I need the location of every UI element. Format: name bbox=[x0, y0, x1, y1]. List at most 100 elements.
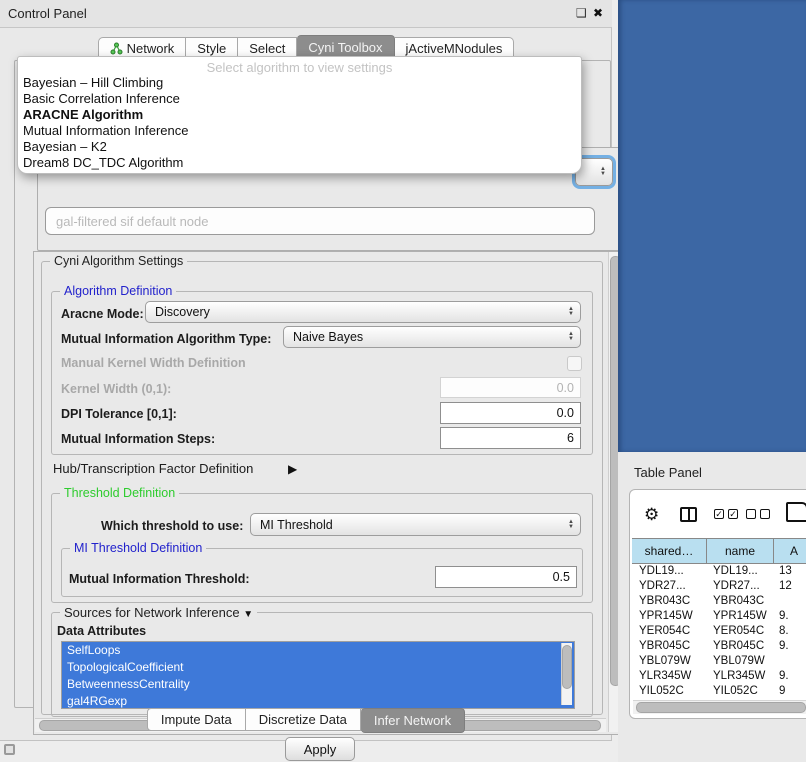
table-horizontal-scrollbar-thumb[interactable] bbox=[636, 702, 806, 713]
kernel-width-label: Kernel Width (0,1): bbox=[61, 382, 171, 396]
table-panel-title: Table Panel bbox=[634, 465, 702, 480]
table-cell: YLR345W bbox=[632, 669, 706, 684]
table-body: YDL19...YDL19...13YDR27...YDR27...12YBR0… bbox=[632, 564, 806, 699]
attribute-item[interactable]: SelfLoops bbox=[62, 642, 574, 659]
dpi-tolerance-field[interactable]: 0.0 bbox=[440, 402, 581, 424]
table-combobox-value: gal-filtered sif default node bbox=[56, 214, 208, 229]
table-cell: YPR145W bbox=[706, 609, 772, 624]
table-cell: 9. bbox=[772, 669, 806, 684]
table-cell: YDL19... bbox=[632, 564, 706, 579]
column-header[interactable]: A bbox=[774, 539, 806, 563]
tab-infer-network[interactable]: Infer Network bbox=[361, 708, 465, 733]
table-row[interactable]: YBR045CYBR045C9. bbox=[632, 639, 806, 654]
data-attributes-list[interactable]: SelfLoopsTopologicalCoefficientBetweenne… bbox=[61, 641, 575, 709]
control-panel: Control Panel ❑ ✖ NetworkStyleSelectCyni… bbox=[0, 0, 612, 741]
aracne-mode-select[interactable]: Discovery bbox=[145, 301, 581, 323]
apply-button[interactable]: Apply bbox=[285, 737, 355, 761]
table-cell: YIL052C bbox=[706, 684, 772, 699]
table-cell: YLR345W bbox=[706, 669, 772, 684]
table-combobox-disabled: gal-filtered sif default node bbox=[45, 207, 595, 235]
hub-definition-label[interactable]: Hub/Transcription Factor Definition bbox=[53, 461, 253, 476]
aracne-mode-value: Discovery bbox=[155, 305, 210, 319]
deselect-all-columns-icon[interactable] bbox=[746, 509, 770, 519]
column-header[interactable]: shared… bbox=[632, 539, 707, 563]
mi-algorithm-type-select[interactable]: Naive Bayes bbox=[283, 326, 581, 348]
table-cell: YDR27... bbox=[632, 579, 706, 594]
table-cell: YBR045C bbox=[632, 639, 706, 654]
attribute-item[interactable]: BetweennessCentrality bbox=[62, 676, 574, 693]
mi-threshold-field[interactable]: 0.5 bbox=[435, 566, 577, 588]
collapse-arrow-icon[interactable] bbox=[243, 605, 253, 620]
table-header-row: shared…nameA bbox=[632, 538, 806, 564]
mi-steps-field[interactable]: 6 bbox=[440, 427, 581, 449]
table-cell: YBR043C bbox=[706, 594, 772, 609]
gear-icon[interactable] bbox=[644, 505, 659, 525]
algorithm-option[interactable]: Basic Correlation Inference bbox=[18, 91, 581, 107]
attribute-item[interactable]: TopologicalCoefficient bbox=[62, 659, 574, 676]
mi-threshold-value: 0.5 bbox=[553, 570, 570, 584]
screen: Control Panel ❑ ✖ NetworkStyleSelectCyni… bbox=[0, 0, 806, 762]
table-row[interactable]: YER054CYER054C8. bbox=[632, 624, 806, 639]
table-row[interactable]: YBL079WYBL079W bbox=[632, 654, 806, 669]
new-table-icon[interactable] bbox=[786, 502, 806, 522]
attributes-scrollbar-thumb[interactable] bbox=[562, 645, 572, 689]
algorithm-option[interactable]: ARACNE Algorithm bbox=[18, 107, 581, 123]
algorithm-option[interactable]: Bayesian – Hill Climbing bbox=[18, 75, 581, 91]
table-row[interactable]: YLR345WYLR345W9. bbox=[632, 669, 806, 684]
mi-steps-label: Mutual Information Steps: bbox=[61, 432, 215, 446]
kernel-width-field[interactable]: 0.0 bbox=[440, 377, 581, 398]
checked-box-icon bbox=[714, 509, 724, 519]
manual-kernel-width-label: Manual Kernel Width Definition bbox=[61, 356, 246, 370]
which-threshold-value: MI Threshold bbox=[260, 518, 333, 532]
cytoscape-desktop: GALGAL80GAL10GAL1GAL11SWI4GAL4GCY1HAP4YH… bbox=[618, 0, 806, 452]
mi-steps-value: 6 bbox=[567, 431, 574, 445]
table-row[interactable]: YIL052CYIL052C9 bbox=[632, 684, 806, 699]
algorithm-option[interactable]: Mutual Information Inference bbox=[18, 123, 581, 139]
aracne-mode-label: Aracne Mode: bbox=[61, 307, 144, 321]
control-panel-header: Control Panel ❑ ✖ bbox=[0, 0, 612, 28]
sources-title[interactable]: Sources for Network Inference bbox=[60, 605, 257, 620]
dpi-tolerance-label: DPI Tolerance [0,1]: bbox=[61, 407, 177, 421]
mi-threshold-definition-title: MI Threshold Definition bbox=[70, 541, 206, 555]
algorithm-option[interactable]: Bayesian – K2 bbox=[18, 139, 581, 155]
tab-label: Cyni Toolbox bbox=[308, 40, 382, 55]
algorithm-option[interactable]: Dream8 DC_TDC Algorithm bbox=[18, 155, 581, 171]
tab-impute-data[interactable]: Impute Data bbox=[147, 708, 246, 731]
table-cell: YDL19... bbox=[706, 564, 772, 579]
select-all-columns-icon[interactable] bbox=[714, 509, 738, 519]
expand-arrow-icon[interactable] bbox=[288, 460, 297, 478]
unchecked-box-icon bbox=[760, 509, 770, 519]
table-panel-region: Table Panel shared…nameA YDL19...YDL19..… bbox=[618, 452, 806, 762]
control-panel-title: Control Panel bbox=[8, 6, 87, 21]
table-row[interactable]: YDR27...YDR27...12 bbox=[632, 579, 806, 594]
table-row[interactable]: YDL19...YDL19...13 bbox=[632, 564, 806, 579]
algorithm-dropdown-placeholder: Select algorithm to view settings bbox=[18, 60, 581, 75]
combo-arrows-icon bbox=[600, 167, 606, 177]
kernel-width-value: 0.0 bbox=[557, 381, 574, 395]
close-panel-icon[interactable]: ✖ bbox=[593, 6, 603, 20]
checked-box-icon bbox=[728, 509, 738, 519]
table-row[interactable]: YPR145WYPR145W9. bbox=[632, 609, 806, 624]
collapsed-panel-icon[interactable] bbox=[4, 744, 15, 755]
tab-label: Select bbox=[249, 41, 285, 56]
table-row[interactable]: YBR043CYBR043C bbox=[632, 594, 806, 609]
tab-discretize-data[interactable]: Discretize Data bbox=[246, 708, 361, 731]
sources-title-text: Sources for Network Inference bbox=[64, 605, 240, 620]
combo-arrows-icon bbox=[568, 520, 574, 530]
float-window-icon[interactable]: ❑ bbox=[576, 6, 587, 20]
attribute-item[interactable]: gal4RGexp bbox=[62, 693, 574, 709]
table-panel-box: shared…nameA YDL19...YDL19...13YDR27...Y… bbox=[629, 489, 806, 719]
table-cell: YIL052C bbox=[632, 684, 706, 699]
tab-label: Network bbox=[127, 41, 175, 56]
unchecked-box-icon bbox=[746, 509, 756, 519]
table-cell: 9. bbox=[772, 639, 806, 654]
columns-icon[interactable] bbox=[680, 507, 697, 522]
table-cell: 13 bbox=[772, 564, 806, 579]
mi-threshold-label: Mutual Information Threshold: bbox=[69, 572, 250, 586]
column-header[interactable]: name bbox=[707, 539, 774, 563]
threshold-definition-title: Threshold Definition bbox=[60, 486, 179, 500]
which-threshold-select[interactable]: MI Threshold bbox=[250, 513, 581, 536]
manual-kernel-width-checkbox[interactable] bbox=[567, 356, 582, 371]
node-table: shared…nameA YDL19...YDL19...13YDR27...Y… bbox=[632, 538, 806, 699]
table-cell: 9 bbox=[772, 684, 806, 699]
